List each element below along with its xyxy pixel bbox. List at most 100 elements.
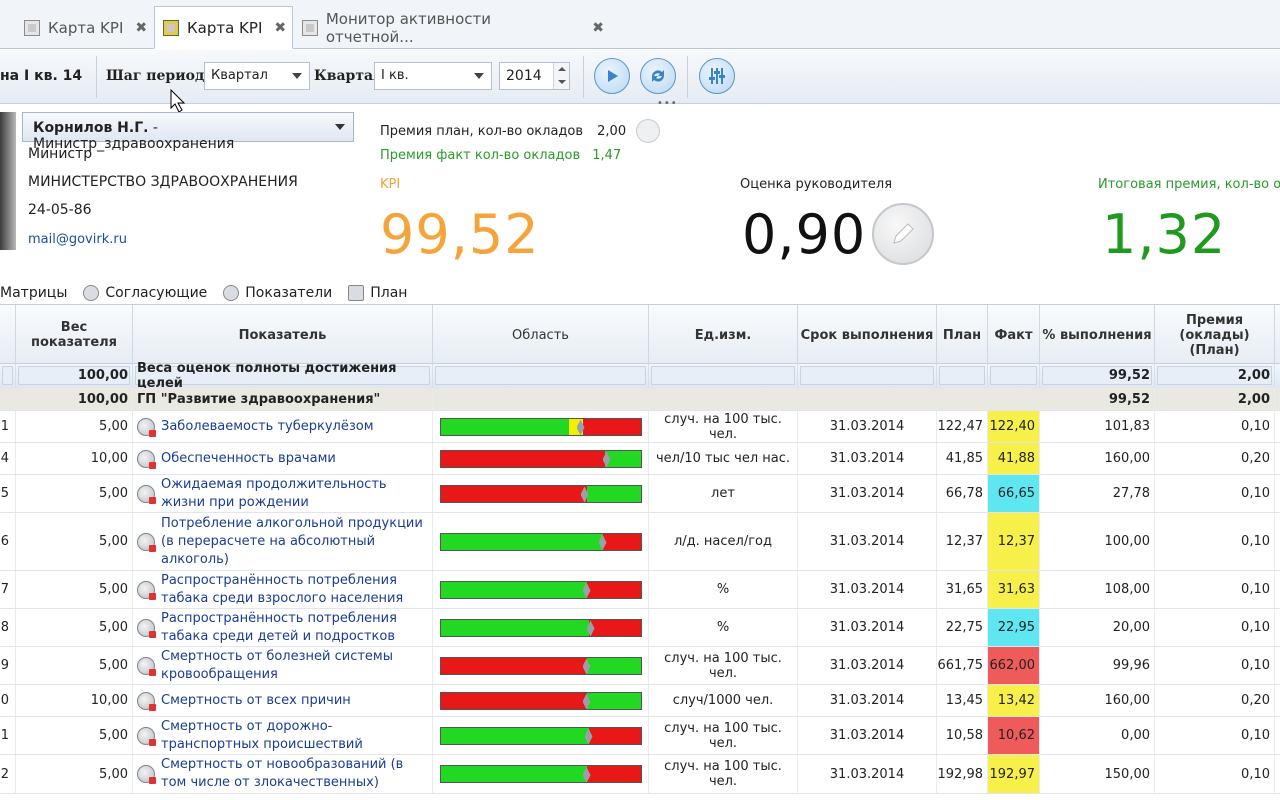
- tab-kpi-1[interactable]: Карта KPI ✖: [0, 6, 153, 49]
- deadline-cell: 31.03.2014: [798, 513, 937, 570]
- indicator-settings-icon[interactable]: [137, 618, 156, 638]
- bar-green-zone: [440, 657, 587, 674]
- group-row[interactable]: 100,00 Веса оценок полноты достижения це…: [0, 361, 1280, 391]
- close-icon[interactable]: ✖: [592, 20, 604, 36]
- indicator-settings-icon[interactable]: [137, 449, 156, 469]
- indicator-link[interactable]: Заболеваемость туберкулёзом: [161, 418, 374, 436]
- num-cell: 7: [0, 571, 16, 608]
- unit-cell: %: [649, 571, 798, 608]
- col-deadline[interactable]: Срок выполнения: [798, 305, 937, 365]
- indicator-link[interactable]: Смертность от дорожно-транспортных проис…: [161, 718, 428, 754]
- area-gauge: [433, 571, 649, 608]
- group-pct: 99,52: [1108, 368, 1150, 383]
- indicator-link[interactable]: Обеспеченность врачами: [161, 450, 336, 468]
- group-premium: 2,00: [1237, 368, 1270, 383]
- link-matrices[interactable]: Матрицы: [0, 285, 67, 301]
- indicator-link[interactable]: Распространённость потребления табака ср…: [161, 610, 428, 646]
- col-plan[interactable]: План: [937, 305, 988, 365]
- close-icon[interactable]: ✖: [274, 20, 286, 36]
- col-area[interactable]: Область: [433, 305, 649, 365]
- stepper-down-icon[interactable]: [553, 76, 569, 89]
- deadline-cell: 31.03.2014: [798, 475, 937, 512]
- table-row[interactable]: 1010,00 Смертность от всех причин случ/100…: [0, 685, 1280, 717]
- indicator-link[interactable]: Ожидаемая продолжительность жизни при ро…: [161, 476, 428, 512]
- col-unit[interactable]: Ед.изм.: [649, 305, 798, 365]
- fact-cell: 192,97: [988, 755, 1040, 793]
- link-plan[interactable]: План: [348, 285, 407, 301]
- unit-cell: л/д. насел/год: [649, 513, 798, 570]
- indicator-settings-icon[interactable]: [137, 656, 156, 676]
- link-indicators[interactable]: Показатели: [223, 285, 332, 301]
- quarter-select[interactable]: I кв.: [374, 62, 492, 90]
- bar-green-zone: [440, 533, 603, 550]
- value-marker: [576, 419, 586, 435]
- indicator-link[interactable]: Смертность от болезней системы кровообра…: [161, 648, 428, 684]
- indicator-settings-icon[interactable]: [137, 417, 156, 437]
- table-row[interactable]: 125,00 Смертность от новообразований (в т…: [0, 755, 1280, 794]
- period-step-select[interactable]: Квартал: [204, 62, 310, 90]
- indicator-cell: Потребление алкогольной продукции (в пер…: [133, 513, 433, 570]
- bonus-info-icon[interactable]: [636, 119, 660, 143]
- indicator-settings-icon[interactable]: [137, 484, 156, 504]
- table-row[interactable]: 6 5,00 Потребление алкогольной продукции (…: [0, 513, 1280, 571]
- tab-kpi-2[interactable]: Карта KPI ✖: [154, 6, 293, 49]
- indicator-settings-icon[interactable]: [137, 726, 156, 746]
- col-pct[interactable]: % выполнения: [1040, 305, 1155, 365]
- area-gauge: [433, 685, 649, 716]
- tab-activity-monitor[interactable]: Монитор активности отчетной... ✖: [294, 6, 604, 49]
- table-row[interactable]: 9 5,00 Смертность от болезней системы кров…: [0, 647, 1280, 685]
- indicator-settings-icon[interactable]: [137, 580, 156, 600]
- col-weight[interactable]: Вес показателя: [16, 305, 133, 365]
- splitter-handle[interactable]: •••: [657, 98, 678, 109]
- year-stepper[interactable]: 2014: [499, 62, 570, 90]
- user-select[interactable]: Корнилов Н.Г. - Министр_здравоохранения: [22, 112, 354, 152]
- table-row[interactable]: 5 5,00 Ожидаемая продолжительность жизни п…: [0, 475, 1280, 513]
- settings-button[interactable]: [699, 58, 735, 94]
- value-marker: [580, 486, 590, 502]
- indicator-link[interactable]: Смертность от новообразований (в том чис…: [161, 756, 428, 792]
- plan-cell: 41,85: [937, 443, 988, 474]
- stepper-up-icon[interactable]: [553, 63, 569, 76]
- indicator-link[interactable]: Смертность от всех причин: [161, 692, 351, 710]
- value-marker: [598, 534, 608, 550]
- table-row[interactable]: 115,00 Смертность от дорожно-транспортных…: [0, 717, 1280, 755]
- col-premium[interactable]: Премия (оклады) (План): [1155, 305, 1275, 365]
- table-row[interactable]: 8 5,00 Распространённость потребления таба…: [0, 609, 1280, 647]
- play-button[interactable]: [594, 58, 630, 94]
- num-cell: 5: [0, 475, 16, 512]
- close-icon[interactable]: ✖: [135, 20, 147, 36]
- indicator-link[interactable]: Потребление алкогольной продукции (в пер…: [161, 515, 428, 569]
- plan-icon: [348, 285, 365, 301]
- col-indicator[interactable]: Показатель: [133, 305, 433, 365]
- user-email[interactable]: mail@govirk.ru: [28, 232, 127, 247]
- link-approvers[interactable]: Согласующие: [83, 285, 207, 301]
- program-row[interactable]: 100,00 ГП "Развитие здравоохранения" 99,…: [0, 388, 1280, 411]
- fact-cell: 41,88: [988, 443, 1040, 474]
- program-premium: 2,00: [1155, 388, 1275, 410]
- user-photo: [0, 112, 16, 250]
- indicator-settings-icon[interactable]: [137, 765, 156, 784]
- edit-score-button[interactable]: [872, 203, 934, 265]
- table-row[interactable]: 7 5,00 Распространённость потребления таба…: [0, 571, 1280, 609]
- indicator-link[interactable]: Распространённость потребления табака ср…: [161, 572, 428, 608]
- period-title: на I кв. 14: [0, 68, 83, 84]
- area-gauge: [433, 609, 649, 646]
- table-row[interactable]: 1 5,00 Заболеваемость туберкулёзом случ. на…: [0, 411, 1280, 443]
- plan-cell: 66,78: [937, 475, 988, 512]
- progress-bar: [439, 691, 642, 710]
- premium-cell: 0,20: [1155, 685, 1275, 716]
- pct-cell: 100,00: [1040, 513, 1155, 570]
- pct-cell: 101,83: [1040, 411, 1155, 442]
- quarter-value: I кв.: [381, 68, 409, 83]
- table-row[interactable]: 4 10,00 Обеспеченность врачами чел/10 тыс ч…: [0, 443, 1280, 475]
- premium-cell: 0,10: [1155, 411, 1275, 442]
- refresh-button[interactable]: [640, 58, 676, 94]
- link-label: Показатели: [245, 285, 333, 301]
- col-fact[interactable]: Факт: [988, 305, 1040, 365]
- toolbar-separator: [96, 56, 97, 98]
- weight-cell: 5,00: [16, 411, 133, 442]
- indicator-settings-icon[interactable]: [137, 532, 156, 552]
- plan-cell: 31,65: [937, 571, 988, 608]
- indicator-settings-icon[interactable]: [137, 691, 156, 711]
- indicator-cell: Смертность от болезней системы кровообра…: [133, 647, 433, 684]
